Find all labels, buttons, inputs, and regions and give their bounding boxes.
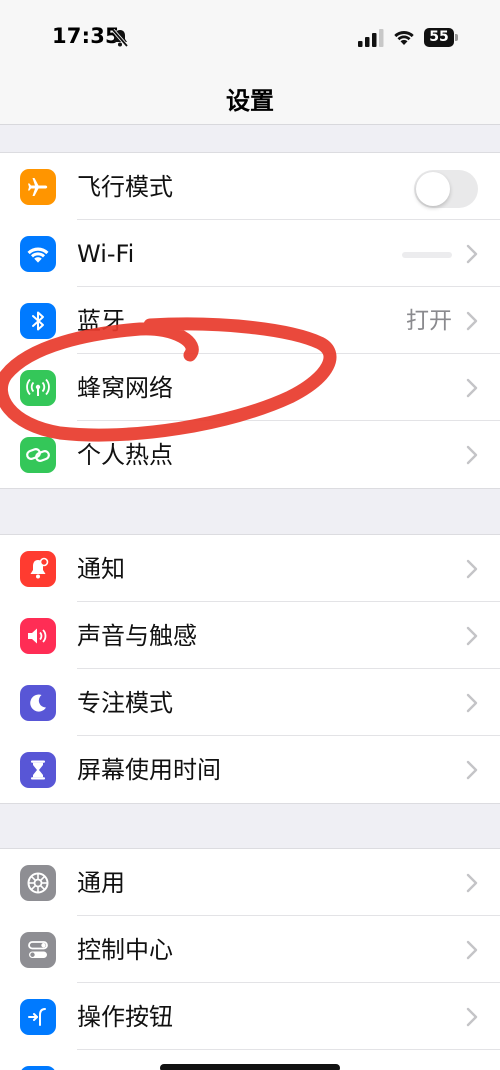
navigation-bar: 设置 (0, 70, 500, 125)
home-indicator (160, 1064, 340, 1070)
row-control-center[interactable]: 控制中心 (0, 916, 500, 983)
battery-level: 55 (429, 29, 449, 45)
partial-icon (20, 1066, 56, 1070)
row-wifi[interactable]: Wi-Fi (0, 220, 500, 287)
row-label: 控制中心 (77, 936, 173, 964)
bluetooth-status-value: 打开 (406, 308, 452, 334)
bell-icon (20, 551, 56, 587)
chevron-right-icon (466, 940, 478, 960)
chevron-right-icon (466, 626, 478, 646)
chevron-right-icon (466, 378, 478, 398)
row-screen-time[interactable]: 屏幕使用时间 (0, 736, 500, 803)
battery-icon: 55 (424, 28, 458, 47)
cellular-signal-icon (358, 29, 384, 47)
wifi-icon (20, 236, 56, 272)
settings-screen: 17:35 55 设置 飞行模式 Wi-Fi 蓝牙 打开 蜂窝网络 个人热点 通… (0, 0, 500, 1070)
row-notifications[interactable]: 通知 (0, 535, 500, 602)
row-action-button[interactable]: 操作按钮 (0, 983, 500, 1050)
settings-group-general: 通用 控制中心 操作按钮 (0, 848, 500, 1070)
status-bar: 17:35 55 (0, 0, 500, 70)
red-annotation-circle (0, 317, 337, 442)
toggle-knob (416, 172, 450, 206)
row-label: 声音与触感 (77, 622, 197, 650)
row-label: 屏幕使用时间 (77, 756, 221, 784)
chevron-right-icon (466, 760, 478, 780)
wifi-status-icon (394, 31, 414, 45)
row-label: 操作按钮 (77, 1003, 173, 1031)
settings-group-notifications: 通知 声音与触感 专注模式 屏幕使用时间 (0, 534, 500, 804)
speaker-icon (20, 618, 56, 654)
row-airplane-mode: 飞行模式 (0, 153, 500, 220)
chevron-right-icon (466, 693, 478, 713)
chevron-right-icon (466, 311, 478, 331)
chevron-right-icon (466, 445, 478, 465)
moon-icon (20, 685, 56, 721)
chevron-right-icon (466, 873, 478, 893)
bell-slash-icon (111, 28, 129, 48)
chevron-right-icon (466, 559, 478, 579)
row-focus[interactable]: 专注模式 (0, 669, 500, 736)
airplane-icon (20, 169, 56, 205)
row-label: Wi-Fi (77, 240, 135, 268)
row-label: 专注模式 (77, 689, 173, 717)
gear-icon (20, 865, 56, 901)
chevron-right-icon (466, 1007, 478, 1027)
row-label: 飞行模式 (77, 173, 173, 201)
row-sounds-haptics[interactable]: 声音与触感 (0, 602, 500, 669)
page-title: 设置 (226, 87, 274, 115)
chevron-right-icon (466, 244, 478, 264)
wifi-network-name-redacted (402, 252, 452, 258)
action-button-icon (20, 999, 56, 1035)
row-general[interactable]: 通用 (0, 849, 500, 916)
row-label: 通用 (77, 869, 125, 897)
airplane-mode-toggle[interactable] (414, 170, 478, 208)
switches-icon (20, 932, 56, 968)
hourglass-icon (20, 752, 56, 788)
row-label: 通知 (77, 555, 125, 583)
